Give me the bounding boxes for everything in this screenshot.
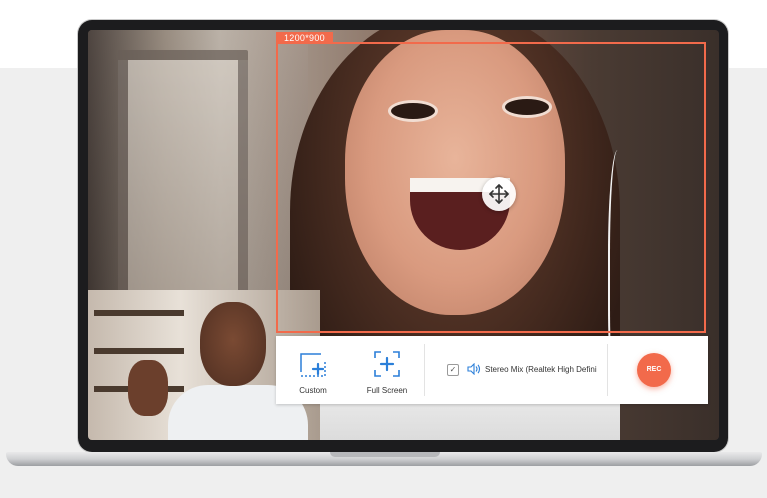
audio-source-label: Stereo Mix (Realtek High Defini [485,365,597,374]
audio-source-group: ✓ Stereo Mix (Realtek High Defini [425,336,607,404]
capture-size-label: 1200*900 [276,32,333,44]
shelf [94,348,184,354]
full-screen-label: Full Screen [366,386,408,395]
record-toolbar: Custom Full Screen ✓ Stereo Mix (Realtek… [276,336,708,404]
custom-region-icon [300,353,326,377]
fullscreen-icon [374,351,400,377]
rec-area: REC [608,336,708,404]
custom-region-button[interactable]: Custom [276,336,350,404]
full-screen-button[interactable]: Full Screen [350,336,424,404]
laptop-base-notch [330,452,440,457]
custom-label: Custom [299,386,327,395]
shelf [94,310,184,316]
move-arrows-icon[interactable] [482,177,516,211]
man-head [200,302,266,386]
man-waving-hand [128,360,168,416]
audio-checkbox[interactable]: ✓ [447,364,459,376]
background-window [118,50,248,310]
speaker-icon[interactable] [467,363,481,375]
rec-button[interactable]: REC [637,353,671,387]
